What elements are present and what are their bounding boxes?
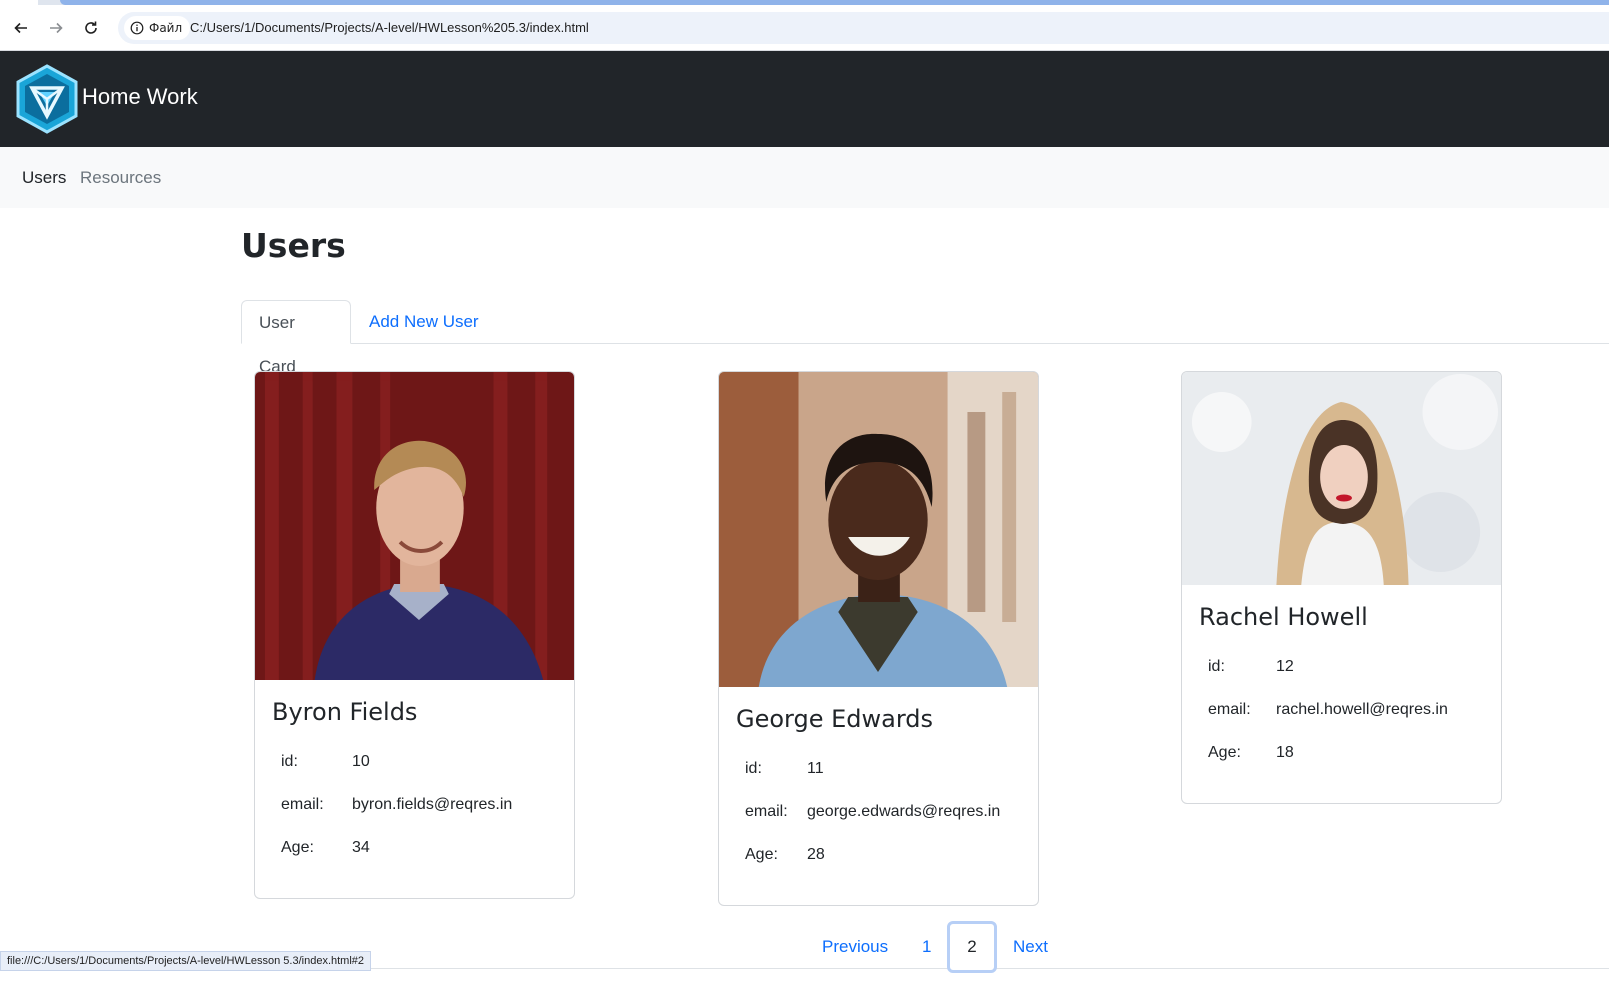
user-photo [1182, 372, 1501, 585]
user-age-row: Age: 34 [281, 826, 512, 869]
info-icon [130, 21, 144, 35]
arrow-right-icon [50, 22, 63, 34]
user-id-row: id: 11 [745, 747, 1000, 790]
user-age-value: 28 [807, 845, 825, 863]
reload-icon [85, 21, 97, 34]
user-email-label: email: [1208, 700, 1251, 718]
user-id-value: 10 [352, 752, 370, 770]
user-photo [719, 372, 1038, 687]
user-id-value: 11 [807, 759, 824, 777]
site-navbar: Home Work [0, 51, 1609, 147]
user-details: id: 10 email: byron.fields@reqres.in Age: 3… [281, 740, 512, 869]
user-photo-image [255, 372, 574, 680]
user-age-label: Age: [745, 845, 778, 863]
user-email-value: rachel.howell@reqres.in [1276, 700, 1448, 718]
user-card: Rachel Howell id: 12 email: rachel.howell@… [1181, 371, 1502, 804]
user-details: id: 12 email: rachel.howell@reqres.in Age:… [1208, 645, 1448, 774]
reload-button[interactable] [79, 16, 103, 40]
user-email-row: email: george.edwards@reqres.in [745, 790, 1000, 833]
user-age-value: 18 [1276, 743, 1294, 761]
tab-user-card[interactable]: User Card [241, 300, 351, 376]
back-button[interactable] [9, 16, 33, 40]
user-photo [255, 372, 574, 680]
address-bar[interactable]: Файл C:/Users/1/Documents/Projects/A-lev… [118, 12, 1609, 44]
user-age-value: 34 [352, 838, 370, 856]
user-age-label: Age: [281, 838, 314, 856]
user-age-label: Age: [1208, 743, 1241, 761]
user-email-label: email: [745, 802, 788, 820]
user-id-label: id: [1208, 657, 1225, 675]
user-card: George Edwards id: 11 email: george.edward… [718, 371, 1039, 906]
user-photo-image [1182, 372, 1501, 585]
user-name: Byron Fields [272, 698, 418, 726]
pagination-page-1[interactable]: 1 [922, 926, 931, 968]
nav-link-users[interactable]: Users [22, 168, 66, 188]
tab-add-new-user[interactable]: Add New User [352, 300, 496, 344]
user-details: id: 11 email: george.edwards@reqres.in Age… [745, 747, 1000, 876]
hexagon-logo-icon [16, 64, 78, 134]
user-id-row: id: 12 [1208, 645, 1448, 688]
user-email-row: email: byron.fields@reqres.in [281, 783, 512, 826]
brand-title[interactable]: Home Work [82, 84, 198, 110]
pagination-next[interactable]: Next [1013, 926, 1048, 968]
user-name: Rachel Howell [1199, 603, 1368, 631]
browser-toolbar: Файл C:/Users/1/Documents/Projects/A-lev… [0, 5, 1609, 51]
browser-status-url: file:///C:/Users/1/Documents/Projects/A-… [0, 951, 372, 971]
user-id-value: 12 [1276, 657, 1294, 675]
pagination-page-2-current[interactable]: 2 [947, 921, 997, 973]
secondary-nav: Users Resources [0, 147, 1609, 208]
user-email-value: george.edwards@reqres.in [807, 802, 1001, 820]
user-photo-image [719, 372, 1038, 687]
pagination-previous[interactable]: Previous [822, 926, 888, 968]
user-card-body: Rachel Howell id: 12 email: rachel.howell@… [1182, 585, 1501, 794]
site-chip-label: Файл [149, 21, 183, 35]
site-info-chip[interactable]: Файл [124, 16, 191, 40]
user-id-label: id: [745, 759, 762, 777]
brand-logo[interactable] [14, 64, 80, 134]
forward-button[interactable] [44, 16, 68, 40]
user-email-row: email: rachel.howell@reqres.in [1208, 688, 1448, 731]
arrow-left-icon [14, 22, 27, 34]
nav-link-resources[interactable]: Resources [80, 168, 161, 188]
user-age-row: Age: 18 [1208, 731, 1448, 774]
user-card: Byron Fields id: 10 email: byron.fields@re… [254, 371, 575, 899]
user-card-body: Byron Fields id: 10 email: byron.fields@re… [255, 680, 574, 889]
user-name: George Edwards [736, 705, 934, 733]
user-age-row: Age: 28 [745, 833, 1000, 876]
page-title: Users [241, 226, 346, 265]
user-email-label: email: [281, 795, 324, 813]
user-email-value: byron.fields@reqres.in [352, 795, 513, 813]
user-id-label: id: [281, 752, 298, 770]
url-text[interactable]: C:/Users/1/Documents/Projects/A-level/HW… [190, 20, 589, 35]
user-card-body: George Edwards id: 11 email: george.edward… [719, 687, 1038, 896]
user-id-row: id: 10 [281, 740, 512, 783]
